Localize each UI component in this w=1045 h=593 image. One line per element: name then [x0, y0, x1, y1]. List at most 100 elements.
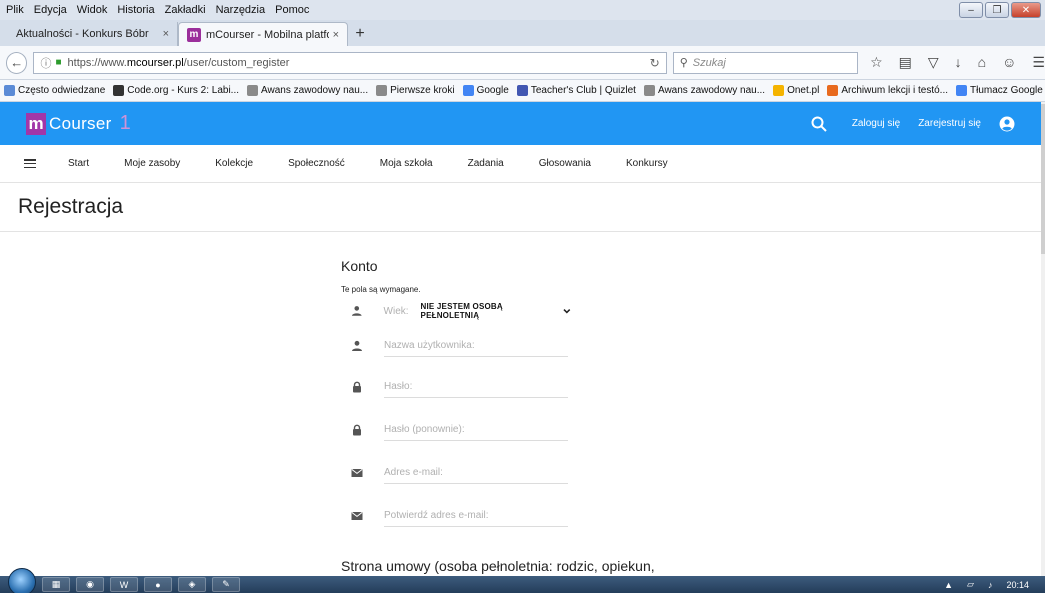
bookmark-favicon-icon	[376, 85, 388, 96]
bookmark-favicon-icon	[247, 85, 259, 96]
bookmark-item[interactable]: Często odwiedzane	[4, 85, 105, 96]
menu-help[interactable]: Pomoc	[275, 4, 309, 16]
account-circle-icon[interactable]	[999, 116, 1015, 132]
tab-mcourser[interactable]: m mCourser - Mobilna platfo... ×	[178, 22, 348, 46]
bookmark-item[interactable]: Awans zawodowy nau...	[643, 85, 765, 96]
url-bar[interactable]: ⓘ ■ https://www.mcourser.pl/user/custom_…	[33, 51, 667, 74]
tab-strip: Aktualności - Konkurs Bóbr × m mCourser …	[0, 20, 1045, 46]
nav-glosowania[interactable]: Głosowania	[539, 158, 591, 169]
tray-arrow-icon[interactable]: ▲	[944, 580, 953, 590]
login-link[interactable]: Zaloguj się	[852, 118, 900, 129]
menu-file[interactable]: Plik	[6, 4, 24, 16]
explorer-icon[interactable]: ▦	[42, 577, 70, 592]
back-button[interactable]: ←	[6, 51, 28, 74]
tab-label: mCourser - Mobilna platfo...	[206, 28, 329, 41]
word-icon[interactable]: W	[110, 577, 138, 592]
browser-search-input[interactable]: ⚲ Szukaj	[672, 51, 859, 74]
bookmark-label: Archiwum lekcji i testó...	[841, 85, 949, 96]
envelope-icon	[351, 512, 363, 520]
scrollbar-thumb[interactable]	[1041, 104, 1045, 254]
bookmark-favicon-icon	[113, 85, 125, 96]
close-window-button[interactable]: ✕	[1011, 2, 1041, 18]
nav-moje-zasoby[interactable]: Moje zasoby	[124, 158, 180, 169]
chevron-down-icon	[563, 309, 571, 314]
menu-view[interactable]: Widok	[77, 4, 108, 16]
site-header: m Courser 1 Zaloguj się Zarejestruj się	[0, 102, 1045, 145]
star-icon[interactable]: ☆	[870, 54, 883, 71]
smiley-icon[interactable]: ☺	[1002, 54, 1016, 71]
bookmark-item[interactable]: Teacher's Club | Quizlet	[516, 85, 636, 96]
chrome-icon[interactable]: ◉	[76, 577, 104, 592]
title-divider	[0, 231, 1045, 232]
bookmark-item[interactable]: Archiwum lekcji i testó...	[827, 85, 948, 96]
home-icon[interactable]: ⌂	[978, 54, 986, 71]
search-placeholder: Szukaj	[692, 56, 726, 69]
password-repeat-input[interactable]	[384, 419, 568, 441]
info-icon[interactable]: ⓘ	[40, 55, 51, 71]
bookmark-favicon-icon	[643, 85, 655, 96]
nav-moja-szkola[interactable]: Moja szkoła	[380, 158, 433, 169]
clock[interactable]: 20:14	[1006, 580, 1029, 590]
nav-spolecznosc[interactable]: Społeczność	[288, 158, 345, 169]
tab-close-icon[interactable]: ×	[333, 29, 339, 41]
tab-konkurs-bobr[interactable]: Aktualności - Konkurs Bóbr ×	[8, 22, 178, 46]
volume-icon[interactable]: ♪	[988, 580, 993, 590]
person-icon	[351, 306, 362, 316]
lock-icon	[353, 424, 361, 436]
network-icon[interactable]: ▱	[967, 579, 974, 590]
bookmark-item[interactable]: Google	[462, 85, 509, 96]
minimize-button[interactable]: –	[959, 2, 983, 18]
nav-zadania[interactable]: Zadania	[468, 158, 504, 169]
password-input[interactable]	[384, 376, 568, 398]
bookmark-item[interactable]: Awans zawodowy nau...	[247, 85, 368, 96]
bookmark-label: Tłumacz Google	[970, 85, 1043, 96]
app-icon[interactable]: ◈	[178, 577, 206, 592]
email-field	[351, 462, 571, 484]
age-value: NIE JESTEM OSOBĄ PEŁNOLETNIĄ	[420, 302, 503, 320]
windows-taskbar: ▦ ◉ W ● ◈ ✎ ▲ ▱ ♪ 20:14	[0, 567, 1045, 593]
firefox-icon[interactable]: ●	[144, 577, 172, 592]
reload-icon[interactable]: ↻	[650, 56, 660, 70]
site-nav: Start Moje zasoby Kolekcje Społeczność M…	[0, 145, 1045, 183]
menu-edit[interactable]: Edycja	[34, 4, 67, 16]
hamburger-icon[interactable]	[24, 159, 36, 168]
bookmark-item[interactable]: Tłumacz Google	[956, 85, 1043, 96]
menu-bookmarks[interactable]: Zakładki	[165, 4, 206, 16]
nav-kolekcje[interactable]: Kolekcje	[215, 158, 253, 169]
bookmark-item[interactable]: Onet.pl	[773, 85, 819, 96]
mcourser-logo[interactable]: m Courser 1	[26, 112, 131, 135]
maximize-button[interactable]: ❐	[985, 2, 1009, 18]
email-confirm-input[interactable]	[384, 505, 568, 527]
browser-menubar: Plik Edycja Widok Historia Zakładki Narz…	[0, 0, 1045, 20]
window-controls: – ❐ ✕	[959, 2, 1041, 18]
bookmark-item[interactable]: Pierwsze kroki	[376, 85, 455, 96]
bookmark-label: Awans zawodowy nau...	[261, 85, 369, 96]
clipboard-icon[interactable]: ▤	[899, 54, 912, 71]
username-field	[351, 335, 571, 357]
username-input[interactable]	[384, 335, 568, 357]
tab-close-icon[interactable]: ×	[163, 28, 169, 40]
tab-label: Aktualności - Konkurs Bóbr	[16, 28, 149, 40]
nav-konkursy[interactable]: Konkursy	[626, 158, 668, 169]
new-tab-button[interactable]: +	[348, 22, 372, 46]
email-input[interactable]	[384, 462, 568, 484]
menu-history[interactable]: Historia	[117, 4, 154, 16]
bookmark-favicon-icon	[827, 85, 839, 96]
close-icon: ✕	[1021, 4, 1031, 16]
age-select[interactable]: Wiek: NIE JESTEM OSOBĄ PEŁNOLETNIĄ	[351, 300, 571, 322]
paint-icon[interactable]: ✎	[212, 577, 240, 592]
pocket-icon[interactable]: ▽	[928, 54, 939, 71]
header-actions: Zaloguj się Zarejestruj się	[810, 102, 1015, 145]
nav-start[interactable]: Start	[68, 158, 89, 169]
lock-icon: ■	[55, 57, 62, 68]
start-button[interactable]	[8, 567, 36, 593]
bookmark-item[interactable]: Code.org - Kurs 2: Labi...	[113, 85, 239, 96]
download-icon[interactable]: ↓	[955, 54, 962, 71]
hamburger-menu-icon[interactable]: ☰	[1032, 54, 1045, 71]
menu-tools[interactable]: Narzędzia	[216, 4, 266, 16]
bookmark-label: Teacher's Club | Quizlet	[530, 85, 636, 96]
search-icon[interactable]	[810, 115, 828, 133]
register-link[interactable]: Zarejestruj się	[918, 118, 981, 129]
bookmark-favicon-icon	[462, 85, 474, 96]
search-icon: ⚲	[679, 57, 688, 69]
